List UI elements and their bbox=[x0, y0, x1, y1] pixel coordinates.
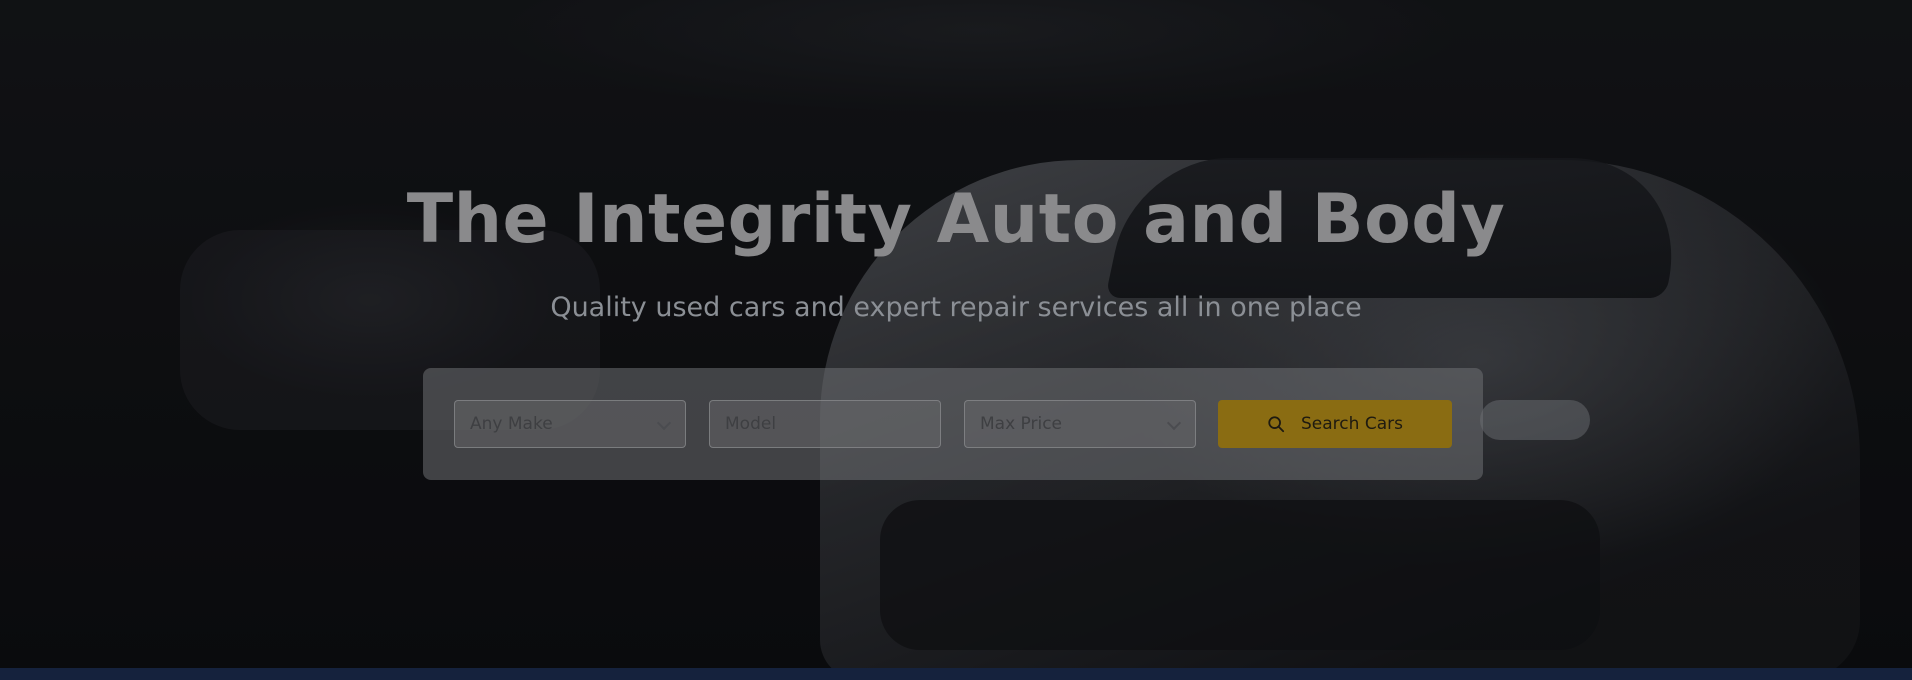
car-search-panel: Any Make Max Price Search Cars bbox=[423, 368, 1483, 480]
hero-subtitle: Quality used cars and expert repair serv… bbox=[550, 292, 1362, 323]
page-bottom-bar bbox=[0, 668, 1912, 680]
chevron-down-icon bbox=[1166, 415, 1182, 431]
search-icon bbox=[1268, 416, 1285, 433]
make-select-value: Any Make bbox=[470, 414, 553, 434]
max-price-select-value: Max Price bbox=[980, 414, 1063, 434]
hero-background bbox=[0, 0, 1912, 668]
hero-title: The Integrity Auto and Body bbox=[406, 180, 1506, 259]
max-price-select[interactable]: Max Price bbox=[964, 400, 1196, 448]
chevron-down-icon bbox=[656, 415, 672, 431]
make-select[interactable]: Any Make bbox=[454, 400, 686, 448]
search-cars-button[interactable]: Search Cars bbox=[1218, 400, 1452, 448]
model-field[interactable] bbox=[709, 400, 941, 448]
search-cars-button-label: Search Cars bbox=[1301, 414, 1403, 434]
model-input[interactable] bbox=[725, 414, 925, 434]
hero-dark-overlay bbox=[0, 0, 1912, 668]
